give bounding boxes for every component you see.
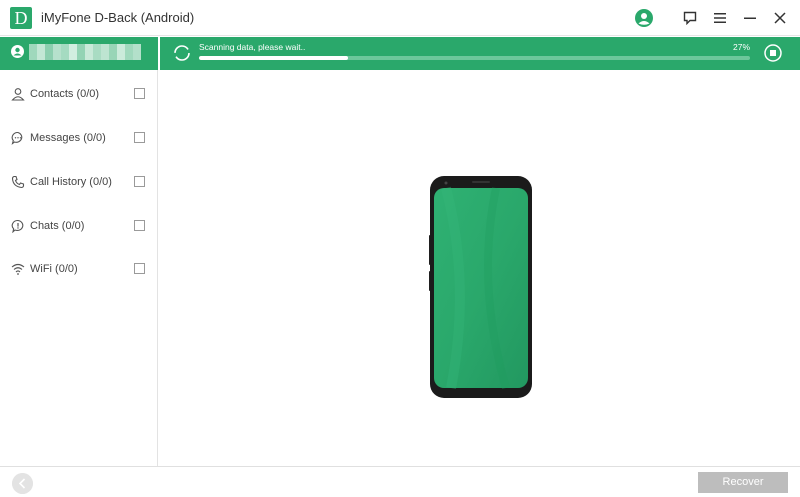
scan-status-text: Scanning data, please wait..	[199, 42, 306, 52]
scan-progress-fill	[199, 56, 348, 60]
recover-button[interactable]: Recover	[698, 472, 788, 493]
sidebar-item-label: Messages (0/0)	[30, 132, 106, 144]
chat-icon	[11, 219, 24, 233]
category-sidebar: Contacts (0/0) Messages (0/0) Call Histo…	[0, 70, 158, 466]
scan-main-panel	[159, 70, 800, 466]
sidebar-item-label: Contacts (0/0)	[30, 88, 100, 100]
app-logo: D	[10, 7, 32, 29]
sidebar-item-call-history[interactable]: Call History (0/0)	[0, 167, 158, 197]
contacts-checkbox[interactable]	[134, 88, 145, 99]
messages-icon	[11, 131, 23, 145]
wifi-checkbox[interactable]	[134, 263, 145, 274]
stop-scan-button[interactable]	[764, 44, 782, 62]
close-icon[interactable]	[770, 8, 790, 28]
footer-bar	[0, 466, 800, 497]
sidebar-item-label: WiFi (0/0)	[30, 263, 78, 275]
contacts-icon	[11, 88, 25, 101]
call-history-checkbox[interactable]	[134, 176, 145, 187]
sidebar-item-label: Call History (0/0)	[30, 176, 112, 188]
sidebar-item-chats[interactable]: Chats (0/0)	[0, 211, 158, 241]
menu-icon[interactable]	[710, 8, 730, 28]
sidebar-item-contacts[interactable]: Contacts (0/0)	[0, 79, 158, 109]
phone-icon	[11, 175, 25, 189]
scan-progress-bar	[199, 56, 750, 60]
sidebar-item-messages[interactable]: Messages (0/0)	[0, 123, 158, 153]
minimize-icon[interactable]	[740, 8, 760, 28]
device-user-icon	[11, 45, 24, 58]
title-bar: D iMyFone D-Back (Android)	[0, 0, 800, 36]
sidebar-item-label: Chats (0/0)	[30, 220, 85, 232]
sidebar-item-wifi[interactable]: WiFi (0/0)	[0, 254, 158, 284]
messages-checkbox[interactable]	[134, 132, 145, 143]
loading-spinner-icon	[174, 45, 190, 61]
wifi-icon	[11, 263, 25, 275]
chats-checkbox[interactable]	[134, 220, 145, 231]
back-button[interactable]	[12, 473, 33, 494]
feedback-icon[interactable]	[680, 8, 700, 28]
scan-percent: 27%	[733, 42, 751, 52]
account-icon[interactable]	[634, 8, 654, 28]
device-name-blurred	[29, 44, 141, 60]
app-title: iMyFone D-Back (Android)	[41, 10, 195, 25]
phone-illustration	[429, 176, 532, 398]
